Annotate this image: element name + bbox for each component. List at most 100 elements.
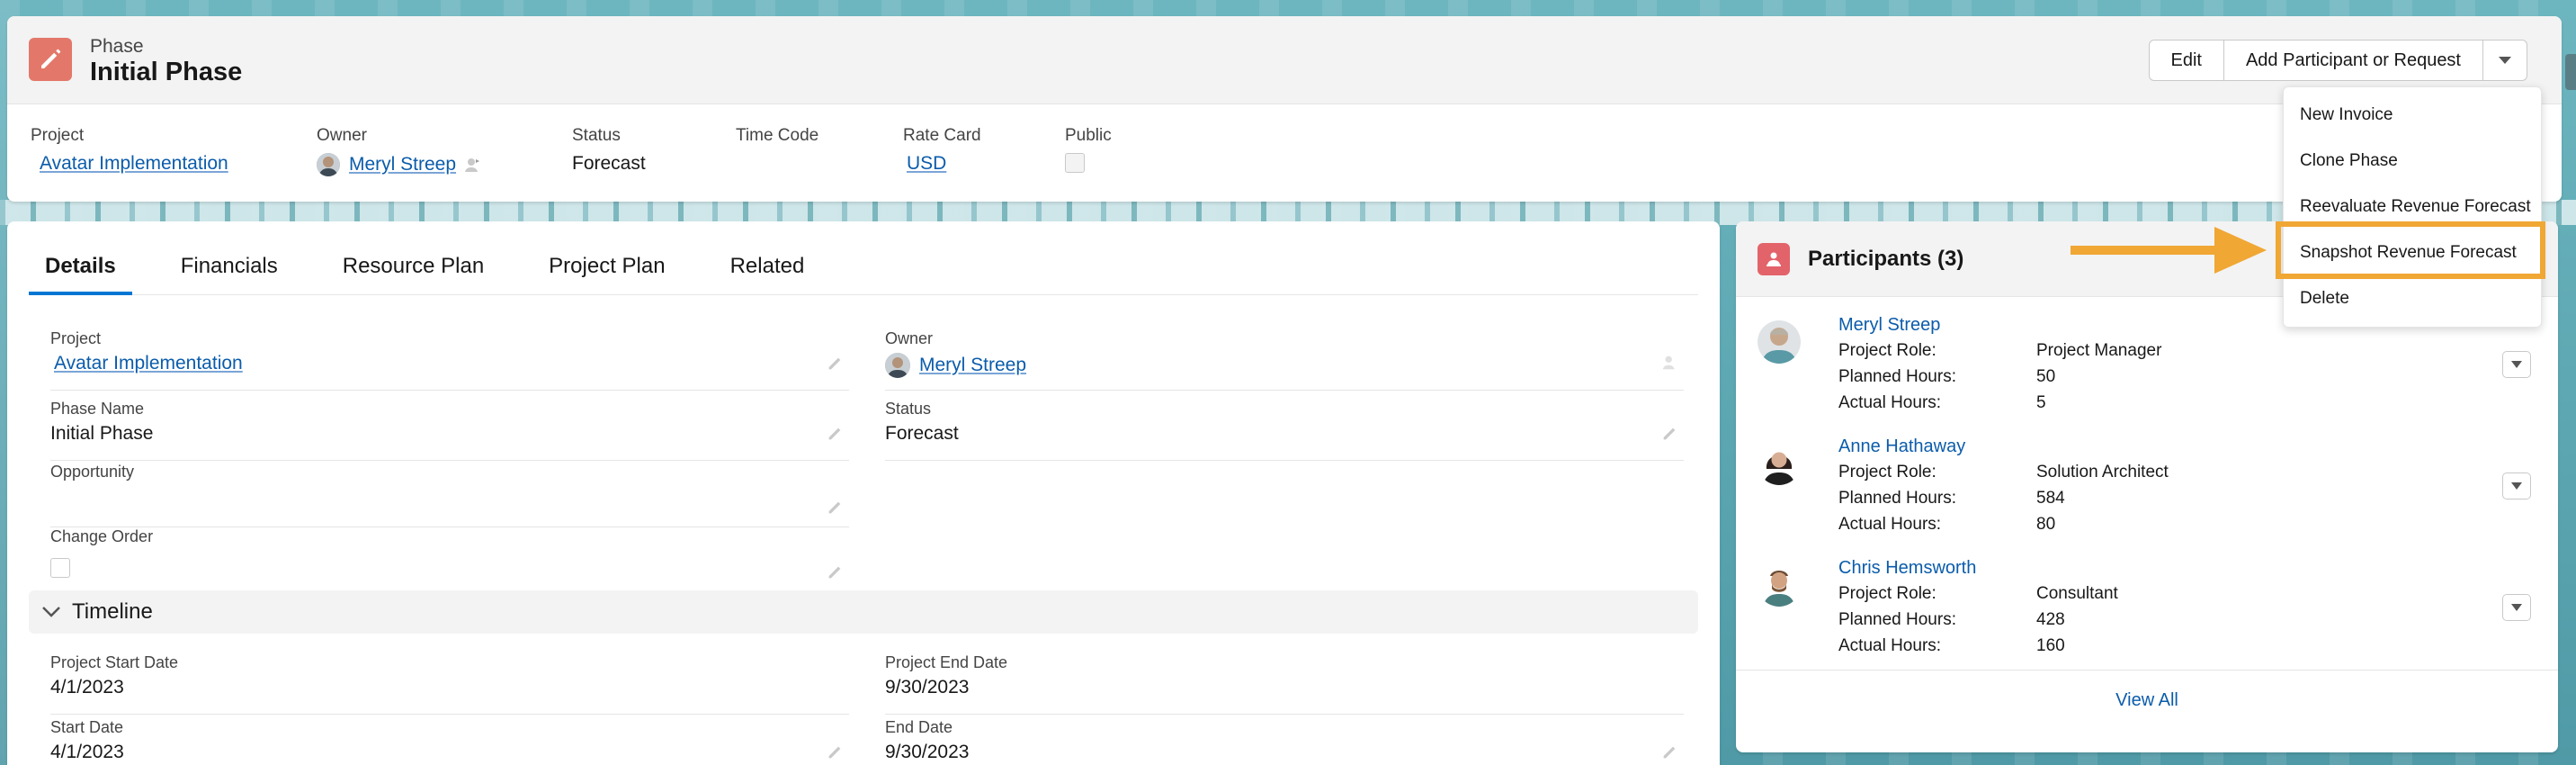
menu-item-clone-phase[interactable]: Clone Phase [2300,151,2398,171]
field-owner: Owner Meryl Streep [885,329,1684,391]
highlight-public-label: Public [1065,126,1112,145]
rate-card-link[interactable]: USD [907,153,946,175]
participant-planned-label: Planned Hours: [1838,489,1956,508]
participant-actual-label: Actual Hours: [1838,636,1942,655]
participant-planned-value: 584 [2036,489,2065,508]
participants-title: Participants (3) [1808,247,1964,271]
field-project-end-value: 9/30/2023 [885,677,970,698]
more-actions-button[interactable] [2483,40,2527,81]
edit-pencil-icon[interactable] [1660,423,1680,443]
tab-details[interactable]: Details [29,248,132,295]
field-owner-link[interactable]: Meryl Streep [919,355,1026,376]
view-all-link[interactable]: View All [1736,670,2558,731]
field-project-end-label: Project End Date [885,653,1008,671]
participant-planned-value: 428 [2036,610,2065,629]
edit-pencil-icon[interactable] [826,423,845,443]
field-project-start-value: 4/1/2023 [50,677,124,698]
highlight-project: Project Avatar Implementation [31,126,317,176]
owner-avatar [317,153,340,176]
participants-icon [1758,243,1790,275]
edit-pencil-icon[interactable] [826,353,845,373]
highlight-owner: Owner Meryl Streep [317,126,572,176]
details-card: Details Financials Resource Plan Project… [7,221,1720,765]
participant-avatar [1758,563,1801,607]
annotation-arrow-head [2214,227,2267,274]
change-order-checkbox[interactable] [50,558,70,578]
field-start-date-label: Start Date [50,718,124,736]
record-type-label: Phase [90,36,144,57]
participant-name-link[interactable]: Meryl Streep [1838,315,1940,336]
highlight-project-label: Project [31,126,85,145]
field-project-label: Project [50,329,102,347]
menu-item-snapshot-revenue-forecast[interactable]: Snapshot Revenue Forecast [2300,243,2517,263]
participant-actual-value: 5 [2036,393,2046,412]
participant-actual-label: Actual Hours: [1838,515,1942,534]
highlight-rate-card-label: Rate Card [903,126,981,145]
chevron-down-icon [2499,57,2511,64]
chevron-down-icon [2511,361,2522,368]
participant-row-menu-button[interactable] [2502,351,2531,378]
field-change-order-label: Change Order [50,527,154,545]
tab-financials[interactable]: Financials [165,248,294,295]
action-button-group: Edit Add Participant or Request [2148,40,2527,81]
participant-avatar [1758,320,1801,364]
participant-actual-label: Actual Hours: [1838,393,1942,412]
tab-project-plan[interactable]: Project Plan [532,248,681,295]
participant-item: Chris Hemsworth Project Role: Consultant… [1758,558,2531,666]
participant-avatar [1758,442,1801,485]
field-phase-name-value: Initial Phase [50,423,154,444]
participant-role-value: Consultant [2036,584,2118,603]
participant-name-link[interactable]: Chris Hemsworth [1838,558,1976,579]
participant-role-label: Project Role: [1838,341,1936,360]
field-project-link[interactable]: Avatar Implementation [54,353,243,374]
timeline-section-title: Timeline [72,599,153,624]
highlights-panel: Project Avatar Implementation Owner Mery… [31,126,1173,176]
highlight-time-code: Time Code [736,126,903,176]
add-participant-button[interactable]: Add Participant or Request [2223,40,2483,81]
project-link[interactable]: Avatar Implementation [40,153,228,175]
actions-dropdown-menu: New Invoice Clone Phase Reevaluate Reven… [2283,86,2542,328]
participant-row-menu-button[interactable] [2502,472,2531,500]
highlight-status-value: Forecast [572,153,646,174]
highlight-status-label: Status [572,126,621,145]
participant-name-link[interactable]: Anne Hathaway [1838,436,1965,457]
menu-item-reevaluate-revenue-forecast[interactable]: Reevaluate Revenue Forecast [2300,197,2531,217]
tab-resource-plan[interactable]: Resource Plan [326,248,500,295]
field-status-label: Status [885,400,932,418]
edit-pencil-icon[interactable] [826,562,845,581]
highlight-public: Public [1065,126,1173,176]
field-end-date-value: 9/30/2023 [885,742,970,762]
field-end-date: End Date 9/30/2023 [885,718,1684,765]
participant-planned-label: Planned Hours: [1838,367,1956,386]
change-owner-icon[interactable] [463,156,481,174]
timeline-section-header[interactable]: Timeline [29,590,1698,634]
menu-item-delete[interactable]: Delete [2300,289,2349,309]
chevron-down-icon [2511,482,2522,490]
edit-pencil-icon[interactable] [826,497,845,517]
field-end-date-label: End Date [885,718,953,736]
menu-item-new-invoice[interactable]: New Invoice [2300,105,2393,125]
highlight-status: Status Forecast [572,126,736,176]
field-opportunity-label: Opportunity [50,463,135,481]
participant-row-menu-button[interactable] [2502,594,2531,621]
field-phase-name: Phase Name Initial Phase [50,400,849,461]
field-status: Status Forecast [885,400,1684,461]
participant-role-value: Project Manager [2036,341,2162,360]
field-project-start-label: Project Start Date [50,653,179,671]
owner-link[interactable]: Meryl Streep [349,154,456,176]
participant-actual-value: 160 [2036,636,2065,655]
highlight-time-code-label: Time Code [736,126,819,145]
edit-pencil-icon[interactable] [1660,742,1680,761]
field-status-value: Forecast [885,423,959,444]
tab-related[interactable]: Related [714,248,821,295]
edit-button[interactable]: Edit [2148,40,2224,81]
page-title: Initial Phase [90,58,243,86]
pencil-icon [29,38,72,81]
side-panel-tab[interactable] [2565,54,2576,90]
change-owner-icon[interactable] [1660,353,1680,373]
record-header: Phase Initial Phase Edit Add Participant… [7,16,2562,202]
participant-role-value: Solution Architect [2036,463,2169,482]
highlight-owner-label: Owner [317,126,367,145]
edit-pencil-icon[interactable] [826,742,845,761]
field-opportunity: Opportunity [50,463,849,527]
